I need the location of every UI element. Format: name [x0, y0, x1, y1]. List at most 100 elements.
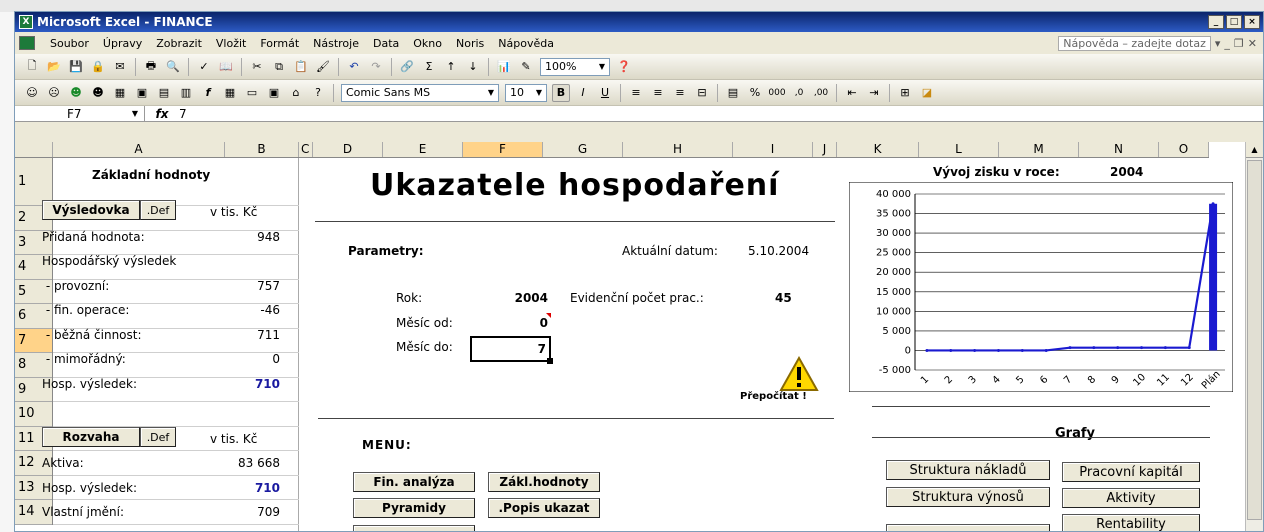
select-all-corner[interactable]	[15, 142, 53, 157]
sort-descending-icon[interactable]: ↓	[464, 58, 482, 76]
month-to-value[interactable]: 7	[470, 336, 551, 362]
column-header-h[interactable]: H	[623, 142, 733, 157]
align-right-icon[interactable]: ≡	[671, 84, 689, 102]
research-icon[interactable]: 📖	[217, 58, 235, 76]
new-icon[interactable]: 🗋	[23, 58, 41, 76]
doc-restore-icon[interactable]: ❐	[1234, 37, 1244, 50]
menu-napoveda[interactable]: Nápověda	[491, 37, 561, 50]
column-header-e[interactable]: E	[383, 142, 463, 157]
menu-zobrazit[interactable]: Zobrazit	[149, 37, 209, 50]
fx-icon[interactable]: fx	[145, 107, 179, 121]
scroll-thumb[interactable]	[1247, 160, 1262, 520]
def-button-vysledovka[interactable]: .Def	[140, 200, 176, 220]
comment-indicator-icon[interactable]	[546, 313, 551, 318]
decrease-indent-icon[interactable]: ⇤	[843, 84, 861, 102]
currency-icon[interactable]: ▤	[724, 84, 742, 102]
extra-button[interactable]	[353, 525, 475, 531]
row-header-1[interactable]: 1	[15, 158, 52, 206]
format-painter-icon[interactable]: 🖌	[314, 58, 332, 76]
basic-values-button[interactable]: Zákl.hodnoty	[488, 472, 600, 492]
column-header-b[interactable]: B	[225, 142, 299, 157]
chart-wizard-icon[interactable]: 📊	[495, 58, 513, 76]
warning-icon[interactable]	[779, 355, 819, 395]
column-header-c[interactable]: C	[299, 142, 313, 157]
column-header-d[interactable]: D	[313, 142, 383, 157]
borders-icon[interactable]: ⊞	[896, 84, 914, 102]
function-icon[interactable]: f	[199, 84, 217, 102]
indicator-description-button[interactable]: .Popis ukazat	[488, 498, 600, 518]
year-value[interactable]: 2004	[470, 291, 548, 305]
italic-icon[interactable]: I	[574, 84, 592, 102]
vysledovka-button[interactable]: Výsledovka	[42, 200, 140, 220]
bold-icon[interactable]: B	[552, 83, 570, 102]
grid-icon[interactable]: ▦	[221, 84, 239, 102]
working-capital-button[interactable]: Pracovní kapitál	[1062, 462, 1200, 482]
email-icon[interactable]: ✉	[111, 58, 129, 76]
menu-upravy[interactable]: Úpravy	[96, 37, 149, 50]
column-header-o[interactable]: O	[1159, 142, 1209, 157]
hyperlink-icon[interactable]: 🔗	[398, 58, 416, 76]
permission-icon[interactable]: 🔒	[89, 58, 107, 76]
sort-ascending-icon[interactable]: ↑	[442, 58, 460, 76]
cut-icon[interactable]: ✂	[248, 58, 266, 76]
column-header-j[interactable]: J	[813, 142, 837, 157]
revenue-structure-button[interactable]: Struktura výnosů	[886, 487, 1050, 507]
cost-structure-button[interactable]: Struktura nákladů	[886, 460, 1050, 480]
menu-okno[interactable]: Okno	[406, 37, 449, 50]
menu-format[interactable]: Formát	[253, 37, 306, 50]
sad-icon[interactable]: ☹	[45, 84, 63, 102]
name-box[interactable]: F7 ▼	[15, 105, 145, 122]
report-icon[interactable]: ▤	[155, 84, 173, 102]
extra-chart-button[interactable]	[886, 524, 1050, 531]
doc-minimize-icon[interactable]: _	[1224, 37, 1230, 50]
pyramids-button[interactable]: Pyramidy	[353, 498, 475, 518]
recalc-label[interactable]: Přepočítat !	[740, 391, 807, 402]
column-header-g[interactable]: G	[543, 142, 623, 157]
activities-button[interactable]: Aktivity	[1062, 488, 1200, 508]
copy-icon[interactable]: ⧉	[270, 58, 288, 76]
column-header-m[interactable]: M	[999, 142, 1079, 157]
menu-data[interactable]: Data	[366, 37, 406, 50]
scroll-up-icon[interactable]: ▲	[1246, 142, 1263, 158]
save-icon[interactable]: 💾	[67, 58, 85, 76]
merge-icon[interactable]: ⊟	[693, 84, 711, 102]
row-header-10[interactable]: 10	[15, 402, 52, 427]
month-from-value[interactable]: 0	[470, 316, 548, 330]
smiley-icon[interactable]: ☺	[23, 84, 41, 102]
column-header-f[interactable]: F	[463, 142, 543, 157]
face-icon[interactable]: ☻	[89, 84, 107, 102]
help-icon[interactable]: ❓	[615, 58, 633, 76]
question-icon[interactable]: ?	[309, 84, 327, 102]
open-icon[interactable]: 📂	[45, 58, 63, 76]
align-left-icon[interactable]: ≡	[627, 84, 645, 102]
table-icon[interactable]: ▥	[177, 84, 195, 102]
zoom-select[interactable]: 100% ▼	[540, 57, 610, 76]
underline-icon[interactable]: U	[596, 84, 614, 102]
sheet-icon[interactable]: ▣	[265, 84, 283, 102]
thousands-icon[interactable]: 000	[768, 84, 786, 102]
fill-handle[interactable]	[547, 358, 553, 364]
column-header-k[interactable]: K	[837, 142, 919, 157]
menu-soubor[interactable]: Soubor	[43, 37, 96, 50]
fill-color-icon[interactable]: ◪	[918, 84, 936, 102]
rozvaha-button[interactable]: Rozvaha	[42, 427, 140, 447]
vertical-scrollbar[interactable]: ▲	[1245, 142, 1263, 531]
redo-icon[interactable]: ↷	[367, 58, 385, 76]
print-icon[interactable]: 🖶	[142, 58, 160, 76]
spelling-icon[interactable]: ✓	[195, 58, 213, 76]
maximize-button[interactable]: □	[1226, 15, 1242, 29]
decrease-decimal-icon[interactable]: ,00	[812, 84, 830, 102]
insert-icon[interactable]: ▦	[111, 84, 129, 102]
smile-green-icon[interactable]: ☻	[67, 84, 85, 102]
paste-icon[interactable]: 📋	[292, 58, 310, 76]
autosum-icon[interactable]: Σ	[420, 58, 438, 76]
column-header-a[interactable]: A	[53, 142, 225, 157]
menu-nastroje[interactable]: Nástroje	[306, 37, 366, 50]
home-icon[interactable]: ⌂	[287, 84, 305, 102]
increase-indent-icon[interactable]: ⇥	[865, 84, 883, 102]
formula-input[interactable]: 7	[179, 107, 187, 121]
fin-analysis-button[interactable]: Fin. analýza	[353, 472, 475, 492]
menu-noris[interactable]: Noris	[449, 37, 491, 50]
font-name-select[interactable]: Comic Sans MS ▼	[341, 83, 499, 102]
font-size-select[interactable]: 10 ▼	[505, 83, 547, 102]
